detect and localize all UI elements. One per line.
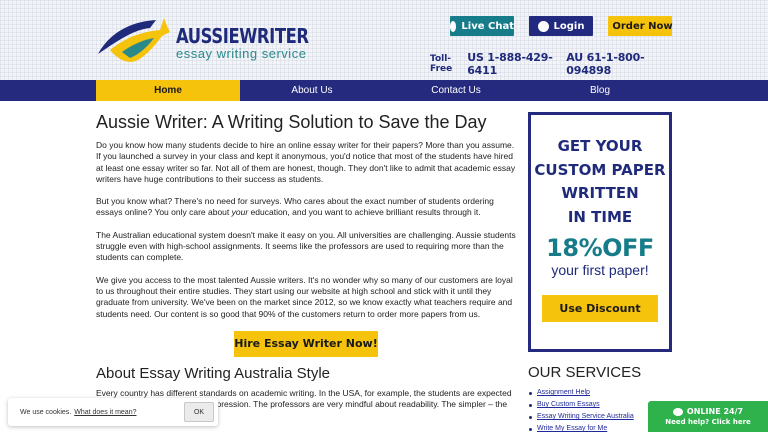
discount-banner[interactable]: GET YOUR CUSTOM PAPER WRITTEN IN TIME 18…	[528, 112, 672, 352]
order-now-label: Order Now	[612, 20, 673, 32]
logo[interactable]: AUSSIEWRITER essay writing service	[96, 14, 309, 66]
phone-bar: Toll-Free US 1-888-429-6411 AU 61-1-800-…	[430, 51, 672, 77]
chat-widget-subtitle: Need help? Click here	[665, 418, 751, 426]
kangaroo-logo-icon	[98, 18, 170, 62]
order-now-button[interactable]: Order Now	[608, 16, 673, 36]
services-title: OUR SERVICES	[528, 364, 642, 381]
promo-subtitle: your first paper!	[551, 262, 649, 278]
use-discount-button[interactable]: Use Discount	[542, 295, 658, 322]
nav-about-us[interactable]: About Us	[240, 80, 384, 101]
nav-contact-us[interactable]: Contact Us	[384, 80, 528, 101]
promo-headline: GET YOUR CUSTOM PAPER WRITTEN IN TIME	[534, 137, 666, 226]
cookie-text: We use cookies.	[20, 408, 72, 416]
article-paragraph: But you know what? There's no need for s…	[96, 196, 494, 218]
user-icon	[537, 20, 549, 32]
nav-blog[interactable]: Blog	[528, 80, 672, 101]
article: Aussie Writer: A Writing Solution to Sav…	[96, 112, 516, 432]
article-paragraph: Do you know how many students decide to …	[96, 140, 516, 184]
toll-free-label: Toll-Free	[430, 54, 453, 74]
brand-tagline: essay writing service	[176, 46, 307, 61]
page-title: Aussie Writer: A Writing Solution to Sav…	[96, 112, 487, 132]
service-link[interactable]: Assignment Help	[528, 387, 672, 399]
live-chat-button[interactable]: Live Chat	[450, 16, 514, 36]
promo-discount: 18%OFF	[546, 234, 654, 262]
phone-au[interactable]: AU 61-1-800-094898	[566, 51, 672, 77]
chat-icon	[450, 20, 457, 32]
cookie-banner: We use cookies. What does it mean? OK	[8, 398, 218, 426]
chat-bubble-icon	[672, 407, 683, 416]
phone-us[interactable]: US 1-888-429-6411	[467, 51, 566, 77]
nav-home[interactable]: Home	[96, 80, 240, 101]
main-nav: Home About Us Contact Us Blog	[0, 80, 768, 101]
chat-widget-title: ONLINE 24/7	[686, 407, 744, 416]
cookie-ok-button[interactable]: OK	[184, 402, 214, 422]
login-label: Login	[553, 20, 585, 32]
hire-writer-button[interactable]: Hire Essay Writer Now!	[234, 330, 378, 357]
section-heading: About Essay Writing Australia Style	[96, 364, 330, 382]
login-button[interactable]: Login	[529, 16, 593, 36]
article-paragraph: The Australian educational system doesn'…	[96, 229, 516, 263]
live-chat-label: Live Chat	[461, 20, 514, 32]
online-chat-widget[interactable]: ONLINE 24/7 Need help? Click here	[648, 401, 768, 432]
article-paragraph: We give you access to the most talented …	[96, 274, 513, 319]
brand-name: AUSSIEWRITER	[176, 24, 309, 48]
cookie-info-link[interactable]: What does it mean?	[74, 409, 136, 416]
